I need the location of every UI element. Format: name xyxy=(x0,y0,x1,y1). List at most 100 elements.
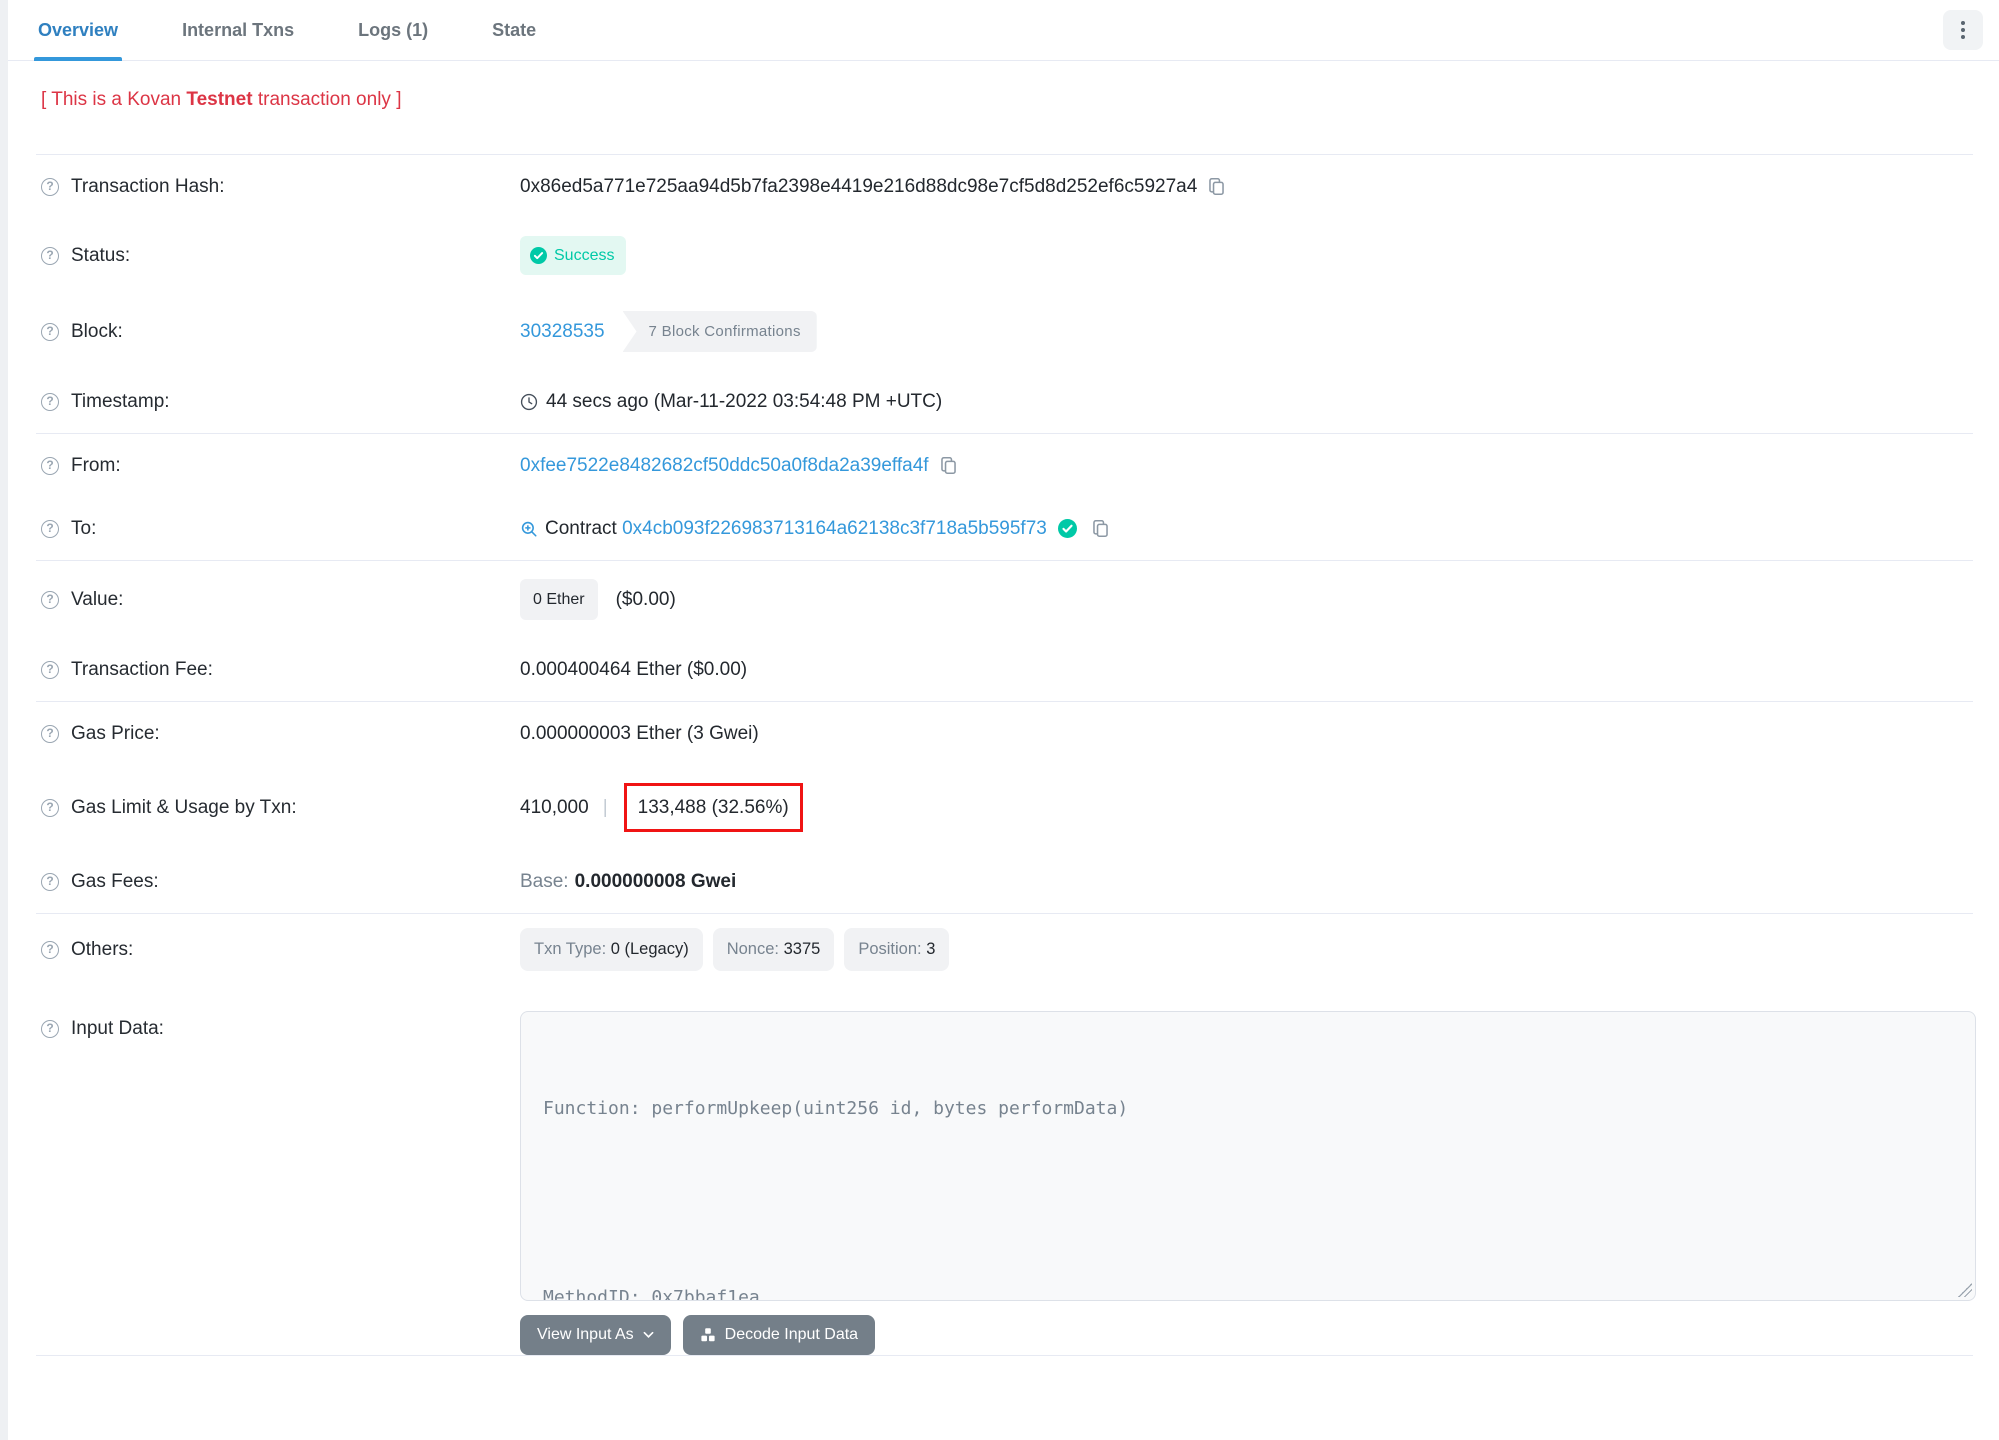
help-icon[interactable]: ? xyxy=(41,798,59,817)
tab-overview[interactable]: Overview xyxy=(34,0,123,61)
gas-base-value: 0.000000008 Gwei xyxy=(574,871,737,892)
block-number-link[interactable]: 30328535 xyxy=(520,318,605,345)
value-usd: ($0.00) xyxy=(615,589,676,610)
input-data-label: Input Data: xyxy=(71,1018,164,1039)
view-input-as-button[interactable]: View Input As xyxy=(520,1315,671,1355)
transaction-hash-label: Transaction Hash: xyxy=(71,176,225,197)
nonce-label: Nonce: xyxy=(726,940,779,958)
transaction-fee-label: Transaction Fee: xyxy=(71,659,213,680)
help-icon[interactable]: ? xyxy=(41,456,59,475)
help-icon[interactable]: ? xyxy=(41,724,59,743)
view-input-as-label: View Input As xyxy=(537,1326,634,1343)
cubes-icon xyxy=(701,1328,715,1342)
nonce-badge: Nonce: 3375 xyxy=(712,928,835,971)
row-status: ? Status: Success xyxy=(34,218,1975,293)
transaction-detail-card: Overview Internal Txns Logs (1) State [ … xyxy=(8,0,1999,1440)
input-data-actions: View Input As Decode Input Data xyxy=(520,1315,1975,1355)
copy-from-button[interactable] xyxy=(939,456,958,475)
txn-type-badge: Txn Type: 0 (Legacy) xyxy=(520,928,703,971)
copy-to-button[interactable] xyxy=(1091,519,1110,538)
testnet-warning-bold: Testnet xyxy=(186,89,253,110)
kebab-icon xyxy=(1961,21,1965,25)
gas-price-label: Gas Price: xyxy=(71,723,160,744)
testnet-warning: [ This is a Kovan Testnet transaction on… xyxy=(34,61,1975,154)
from-address-link[interactable]: 0xfee7522e8482682cf50ddc50a0f8da2a39effa… xyxy=(520,452,929,479)
position-label: Position: xyxy=(858,940,922,958)
chevron-down-icon xyxy=(643,1331,654,1339)
help-icon[interactable]: ? xyxy=(41,519,59,538)
transaction-hash-value: 0x86ed5a771e725aa94d5b7fa2398e4419e216d8… xyxy=(520,176,1198,197)
timestamp-value: 44 secs ago (Mar-11-2022 03:54:48 PM +UT… xyxy=(546,391,943,412)
tab-internal-txns[interactable]: Internal Txns xyxy=(178,0,298,60)
help-icon[interactable]: ? xyxy=(41,177,59,196)
copy-icon xyxy=(1093,520,1108,537)
others-label: Others: xyxy=(71,939,134,960)
status-text: Success xyxy=(554,247,615,264)
status-badge: Success xyxy=(520,236,627,275)
tab-logs[interactable]: Logs (1) xyxy=(354,0,432,60)
status-label: Status: xyxy=(71,245,131,266)
help-icon[interactable]: ? xyxy=(41,246,59,265)
block-label: Block: xyxy=(71,321,123,342)
row-from: ? From: 0xfee7522e8482682cf50ddc50a0f8da… xyxy=(34,434,1975,497)
check-circle-icon xyxy=(530,247,547,264)
row-to: ? To: Contract 0x4cb093f226983713164a621… xyxy=(34,497,1975,560)
decode-input-data-label: Decode Input Data xyxy=(724,1326,859,1343)
input-data-function-line: Function: performUpkeep(uint256 id, byte… xyxy=(543,1098,1129,1119)
row-gas-price: ? Gas Price: 0.000000003 Ether (3 Gwei) xyxy=(34,702,1975,765)
row-gas-fees: ? Gas Fees: Base: 0.000000008 Gwei xyxy=(34,850,1975,913)
to-address-link[interactable]: 0x4cb093f226983713164a62138c3f718a5b595f… xyxy=(622,515,1047,542)
gas-separator: | xyxy=(602,797,608,818)
tab-overview-label: Overview xyxy=(38,19,119,40)
position-badge: Position: 3 xyxy=(844,928,950,971)
from-label: From: xyxy=(71,455,121,476)
gas-limit-value: 410,000 xyxy=(520,797,589,818)
help-icon[interactable]: ? xyxy=(41,392,59,411)
help-icon[interactable]: ? xyxy=(41,940,59,959)
gas-fees-label: Gas Fees: xyxy=(71,871,159,892)
more-options-button[interactable] xyxy=(1943,10,1983,50)
help-icon[interactable]: ? xyxy=(41,1019,59,1038)
txn-type-value: 0 (Legacy) xyxy=(610,940,689,958)
tab-state-label: State xyxy=(492,19,537,40)
row-transaction-hash: ? Transaction Hash: 0x86ed5a771e725aa94d… xyxy=(34,155,1975,218)
copy-icon xyxy=(1209,178,1225,195)
nonce-value: 3375 xyxy=(783,940,821,958)
to-label: To: xyxy=(71,518,97,539)
help-icon[interactable]: ? xyxy=(41,590,59,609)
gas-used-annotation-box: 133,488 (32.56%) xyxy=(623,783,803,832)
help-icon[interactable]: ? xyxy=(41,660,59,679)
row-input-data: ? Input Data: Function: performUpkeep(ui… xyxy=(34,985,1976,1301)
verified-check-icon xyxy=(1057,519,1077,538)
gas-used-value: 133,488 (32.56%) xyxy=(637,797,789,818)
help-icon[interactable]: ? xyxy=(41,872,59,891)
help-icon[interactable]: ? xyxy=(41,322,59,341)
testnet-warning-pre: [ This is a Kovan xyxy=(41,89,187,110)
gas-base-label: Base: xyxy=(520,871,569,892)
clock-icon xyxy=(520,393,538,410)
testnet-warning-post: transaction only ] xyxy=(252,89,402,110)
row-block: ? Block: 30328535 7 Block Confirmations xyxy=(34,293,1975,370)
to-contract-word: Contract xyxy=(545,518,617,539)
row-value: ? Value: 0 Ether ($0.00) xyxy=(34,561,1975,638)
input-data-textarea[interactable]: Function: performUpkeep(uint256 id, byte… xyxy=(520,1011,1976,1301)
copy-icon xyxy=(940,457,956,474)
row-timestamp: ? Timestamp: 44 secs ago (Mar-11-2022 03… xyxy=(34,370,1975,433)
divider xyxy=(36,1355,1973,1356)
textarea-resize-handle[interactable] xyxy=(1958,1283,1972,1297)
input-data-methodid-line: MethodID: 0x7bbaf1ea xyxy=(543,1287,760,1301)
magnifier-plus-icon[interactable] xyxy=(520,520,538,538)
block-confirmations-badge: 7 Block Confirmations xyxy=(622,311,817,352)
tab-internal-txns-label: Internal Txns xyxy=(182,19,295,40)
decode-input-data-button[interactable]: Decode Input Data xyxy=(682,1315,876,1355)
position-value: 3 xyxy=(926,940,936,958)
copy-hash-button[interactable] xyxy=(1207,177,1226,196)
txn-type-label: Txn Type: xyxy=(534,940,607,958)
row-gas-limit-usage: ? Gas Limit & Usage by Txn: 410,000 | 13… xyxy=(34,765,1975,850)
tab-state[interactable]: State xyxy=(488,0,540,60)
value-label: Value: xyxy=(71,589,124,610)
row-others: ? Others: Txn Type: 0 (Legacy) Nonce: 33… xyxy=(34,914,1975,985)
value-ether-badge: 0 Ether xyxy=(520,579,598,620)
row-transaction-fee: ? Transaction Fee: 0.000400464 Ether ($0… xyxy=(34,638,1975,701)
gas-price-value: 0.000000003 Ether (3 Gwei) xyxy=(520,723,759,744)
